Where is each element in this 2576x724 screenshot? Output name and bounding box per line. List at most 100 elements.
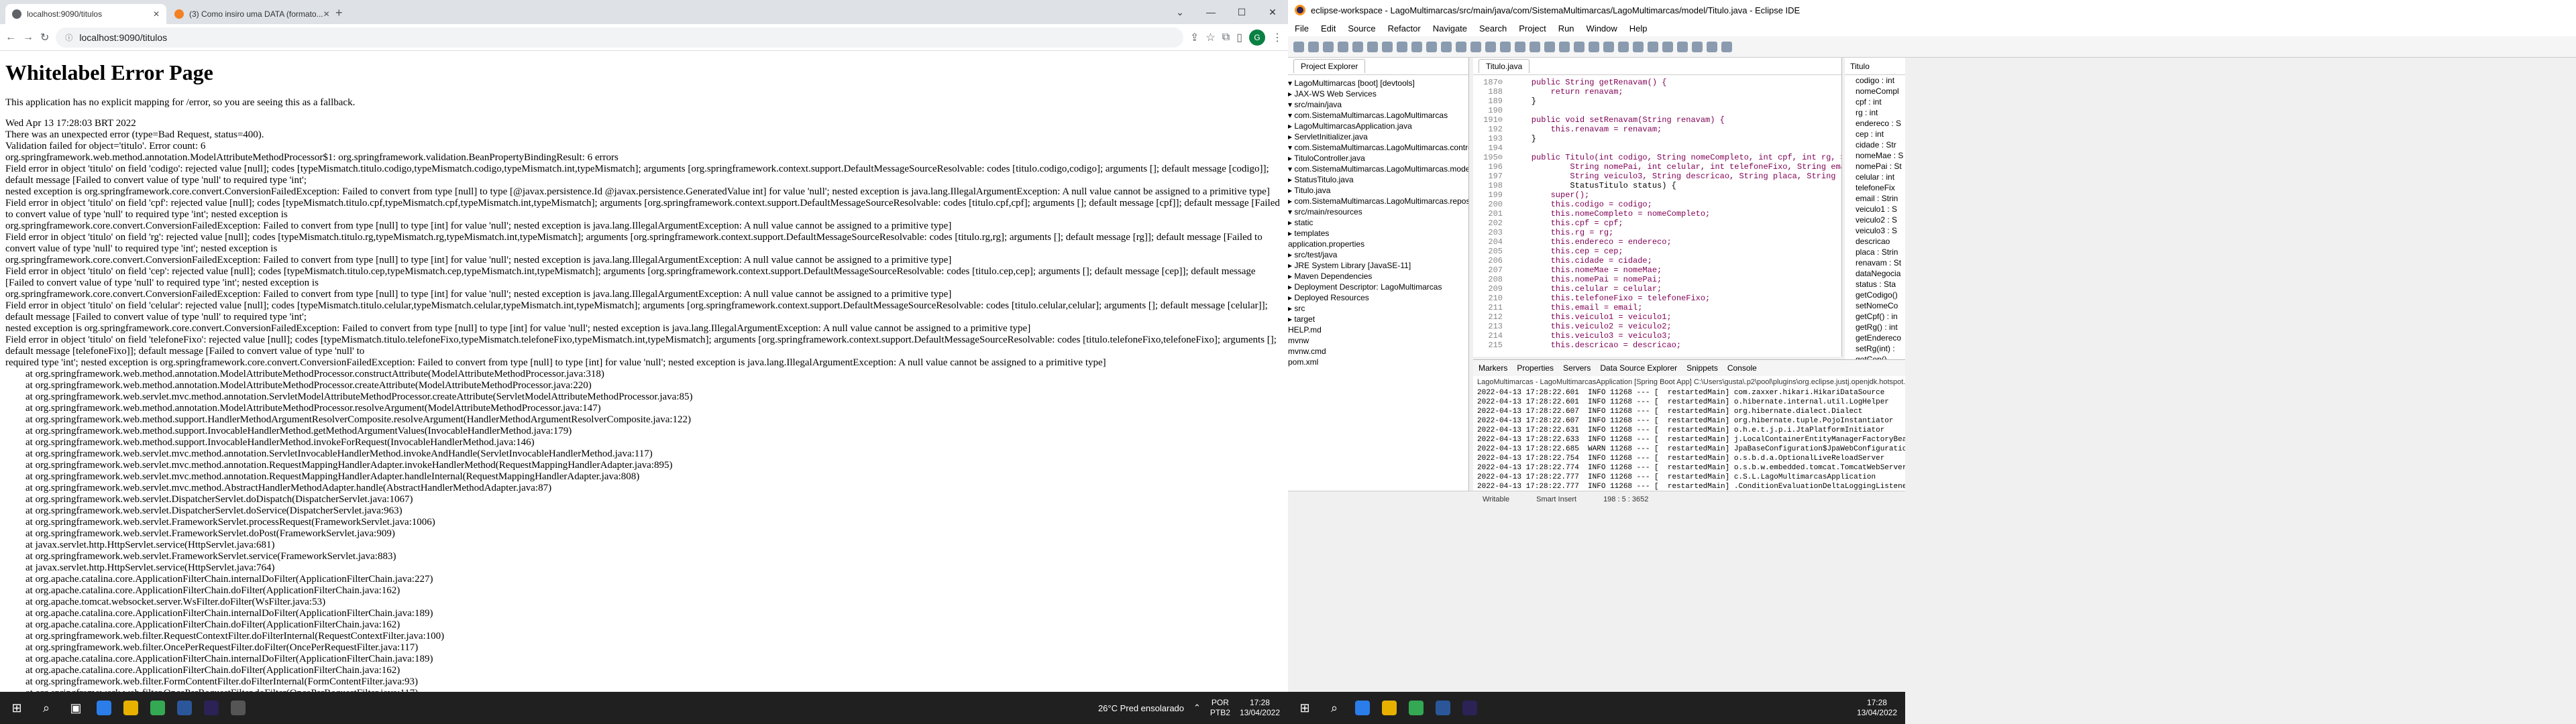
weather-text[interactable]: 26°C Pred ensolarado xyxy=(1098,703,1184,713)
toolbar-button-icon[interactable] xyxy=(1662,41,1673,52)
outline-item[interactable]: endereco : S xyxy=(1845,118,1905,129)
tree-item[interactable]: ▾ src/main/resources xyxy=(1288,206,1468,217)
outline-item[interactable]: setNomeCo xyxy=(1845,300,1905,311)
outline-item[interactable]: placa : Strin xyxy=(1845,247,1905,257)
outline-item[interactable]: getCpf() : in xyxy=(1845,311,1905,322)
chevron-down-icon[interactable]: ⌄ xyxy=(1165,7,1195,18)
outline-item[interactable]: veiculo3 : S xyxy=(1845,225,1905,236)
tree-item[interactable]: mvnw xyxy=(1288,335,1468,346)
clock[interactable]: 17:28 13/04/2022 xyxy=(1857,698,1897,718)
outline-item[interactable]: veiculo2 : S xyxy=(1845,215,1905,225)
outline-item[interactable]: nomeCompl xyxy=(1845,86,1905,97)
console-output[interactable]: 2022-04-13 17:28:22.601 INFO 11268 --- [… xyxy=(1473,388,1905,491)
tree-item[interactable]: ▸ LagoMultimarcasApplication.java xyxy=(1288,121,1468,131)
toolbar-button-icon[interactable] xyxy=(1426,41,1437,52)
browser-tab[interactable]: (3) Como insiro uma DATA (formato... ✕ xyxy=(168,4,329,24)
tree-item[interactable]: HELP.md xyxy=(1288,324,1468,335)
menu-icon[interactable]: ⋮ xyxy=(1272,31,1283,44)
tree-item[interactable]: ▾ com.SistemaMultimarcas.LagoMultimarcas… xyxy=(1288,142,1468,153)
tree-item[interactable]: ▸ JAX-WS Web Services xyxy=(1288,88,1468,99)
toolbar-button-icon[interactable] xyxy=(1323,41,1334,52)
toolbar-button-icon[interactable] xyxy=(1707,41,1717,52)
outline-item[interactable]: cidade : Str xyxy=(1845,139,1905,150)
folder-icon[interactable] xyxy=(1382,701,1397,715)
word-icon[interactable] xyxy=(177,701,192,715)
outline-item[interactable]: codigo : int xyxy=(1845,75,1905,86)
toolbar-button-icon[interactable] xyxy=(1308,41,1319,52)
toolbar-button-icon[interactable] xyxy=(1500,41,1511,52)
menu-item[interactable]: Help xyxy=(1629,23,1648,34)
tree-item[interactable]: ▸ ServletInitializer.java xyxy=(1288,131,1468,142)
toolbar-button-icon[interactable] xyxy=(1411,41,1422,52)
sidebar-icon[interactable]: ▯ xyxy=(1236,31,1242,44)
toolbar-button-icon[interactable] xyxy=(1338,41,1348,52)
toolbar-button-icon[interactable] xyxy=(1692,41,1703,52)
toolbar-button-icon[interactable] xyxy=(1382,41,1393,52)
menu-item[interactable]: Edit xyxy=(1321,23,1336,34)
console-tab[interactable]: Markers xyxy=(1479,363,1507,373)
tree-item[interactable]: ▾ com.SistemaMultimarcas.LagoMultimarcas xyxy=(1288,110,1468,121)
toolbar-button-icon[interactable] xyxy=(1515,41,1525,52)
close-tab-icon[interactable]: ✕ xyxy=(323,9,329,19)
tab-project-explorer[interactable]: Project Explorer xyxy=(1293,59,1366,73)
outline-item[interactable]: renavam : St xyxy=(1845,257,1905,268)
outline-item[interactable]: getRg() : int xyxy=(1845,322,1905,333)
outline-item[interactable]: celular : int xyxy=(1845,172,1905,182)
menu-item[interactable]: Refactor xyxy=(1388,23,1421,34)
word-icon[interactable] xyxy=(1436,701,1450,715)
share-icon[interactable]: ⇪ xyxy=(1190,31,1199,44)
toolbar-button-icon[interactable] xyxy=(1633,41,1644,52)
folder-icon[interactable] xyxy=(123,701,138,715)
toolbar-button-icon[interactable] xyxy=(1677,41,1688,52)
star-icon[interactable]: ☆ xyxy=(1205,31,1215,44)
search-icon[interactable]: ⌕ xyxy=(38,699,55,717)
menu-item[interactable]: File xyxy=(1295,23,1309,34)
outline-item[interactable]: status : Sta xyxy=(1845,279,1905,290)
console-tab[interactable]: Snippets xyxy=(1686,363,1718,373)
forward-icon[interactable]: → xyxy=(23,32,34,44)
tree-item[interactable]: ▸ JRE System Library [JavaSE-11] xyxy=(1288,260,1468,271)
tree-item[interactable]: ▸ TituloController.java xyxy=(1288,153,1468,164)
outline-item[interactable]: setRg(int) : xyxy=(1845,343,1905,354)
toolbar-button-icon[interactable] xyxy=(1485,41,1496,52)
menu-item[interactable]: Navigate xyxy=(1433,23,1467,34)
outline-item[interactable]: cep : int xyxy=(1845,129,1905,139)
toolbar-button-icon[interactable] xyxy=(1721,41,1732,52)
tree-item[interactable]: ▾ LagoMultimarcas [boot] [devtools] xyxy=(1288,78,1468,88)
tree-item[interactable]: application.properties xyxy=(1288,239,1468,249)
avatar[interactable]: G xyxy=(1249,29,1265,46)
edge-icon[interactable] xyxy=(97,701,111,715)
toolbar-button-icon[interactable] xyxy=(1589,41,1599,52)
chevron-up-icon[interactable]: ⌃ xyxy=(1193,703,1201,713)
outline-item[interactable]: cpf : int xyxy=(1845,97,1905,107)
outline-item[interactable]: rg : int xyxy=(1845,107,1905,118)
windows-icon[interactable]: ⊞ xyxy=(8,699,25,717)
tree-item[interactable]: mvnw.cmd xyxy=(1288,346,1468,357)
console-tab[interactable]: Properties xyxy=(1517,363,1554,373)
outline-item[interactable]: getCodigo() xyxy=(1845,290,1905,300)
reload-icon[interactable]: ↻ xyxy=(40,31,49,44)
outline-item[interactable]: nomePai : St xyxy=(1845,161,1905,172)
outline-item[interactable]: telefoneFix xyxy=(1845,182,1905,193)
close-tab-icon[interactable]: ✕ xyxy=(153,9,160,19)
extensions-icon[interactable]: ⧉ xyxy=(1222,32,1230,44)
toolbar-button-icon[interactable] xyxy=(1293,41,1304,52)
menu-item[interactable]: Search xyxy=(1479,23,1507,34)
code-area[interactable]: 187⊖ public String getRenavam() {188 ret… xyxy=(1473,75,1841,350)
console-tab[interactable]: Servers xyxy=(1563,363,1591,373)
search-icon[interactable]: ⌕ xyxy=(1326,699,1343,717)
console-tab[interactable]: Console xyxy=(1727,363,1757,373)
outline-item[interactable]: veiculo1 : S xyxy=(1845,204,1905,215)
toolbar-button-icon[interactable] xyxy=(1618,41,1629,52)
menu-item[interactable]: Run xyxy=(1558,23,1574,34)
toolbar-button-icon[interactable] xyxy=(1648,41,1658,52)
tree-item[interactable]: ▸ Deployed Resources xyxy=(1288,292,1468,303)
tree-item[interactable]: ▸ src xyxy=(1288,303,1468,314)
address-bar[interactable]: ⓘ localhost:9090/titulos xyxy=(56,27,1183,48)
tree-item[interactable]: ▾ src/main/java xyxy=(1288,99,1468,110)
tree-item[interactable]: ▸ templates xyxy=(1288,228,1468,239)
toolbar-button-icon[interactable] xyxy=(1574,41,1585,52)
tree-item[interactable]: ▸ Titulo.java xyxy=(1288,185,1468,196)
tree-item[interactable]: ▸ src/test/java xyxy=(1288,249,1468,260)
tree-item[interactable]: ▸ com.SistemaMultimarcas.LagoMultimarcas… xyxy=(1288,196,1468,206)
